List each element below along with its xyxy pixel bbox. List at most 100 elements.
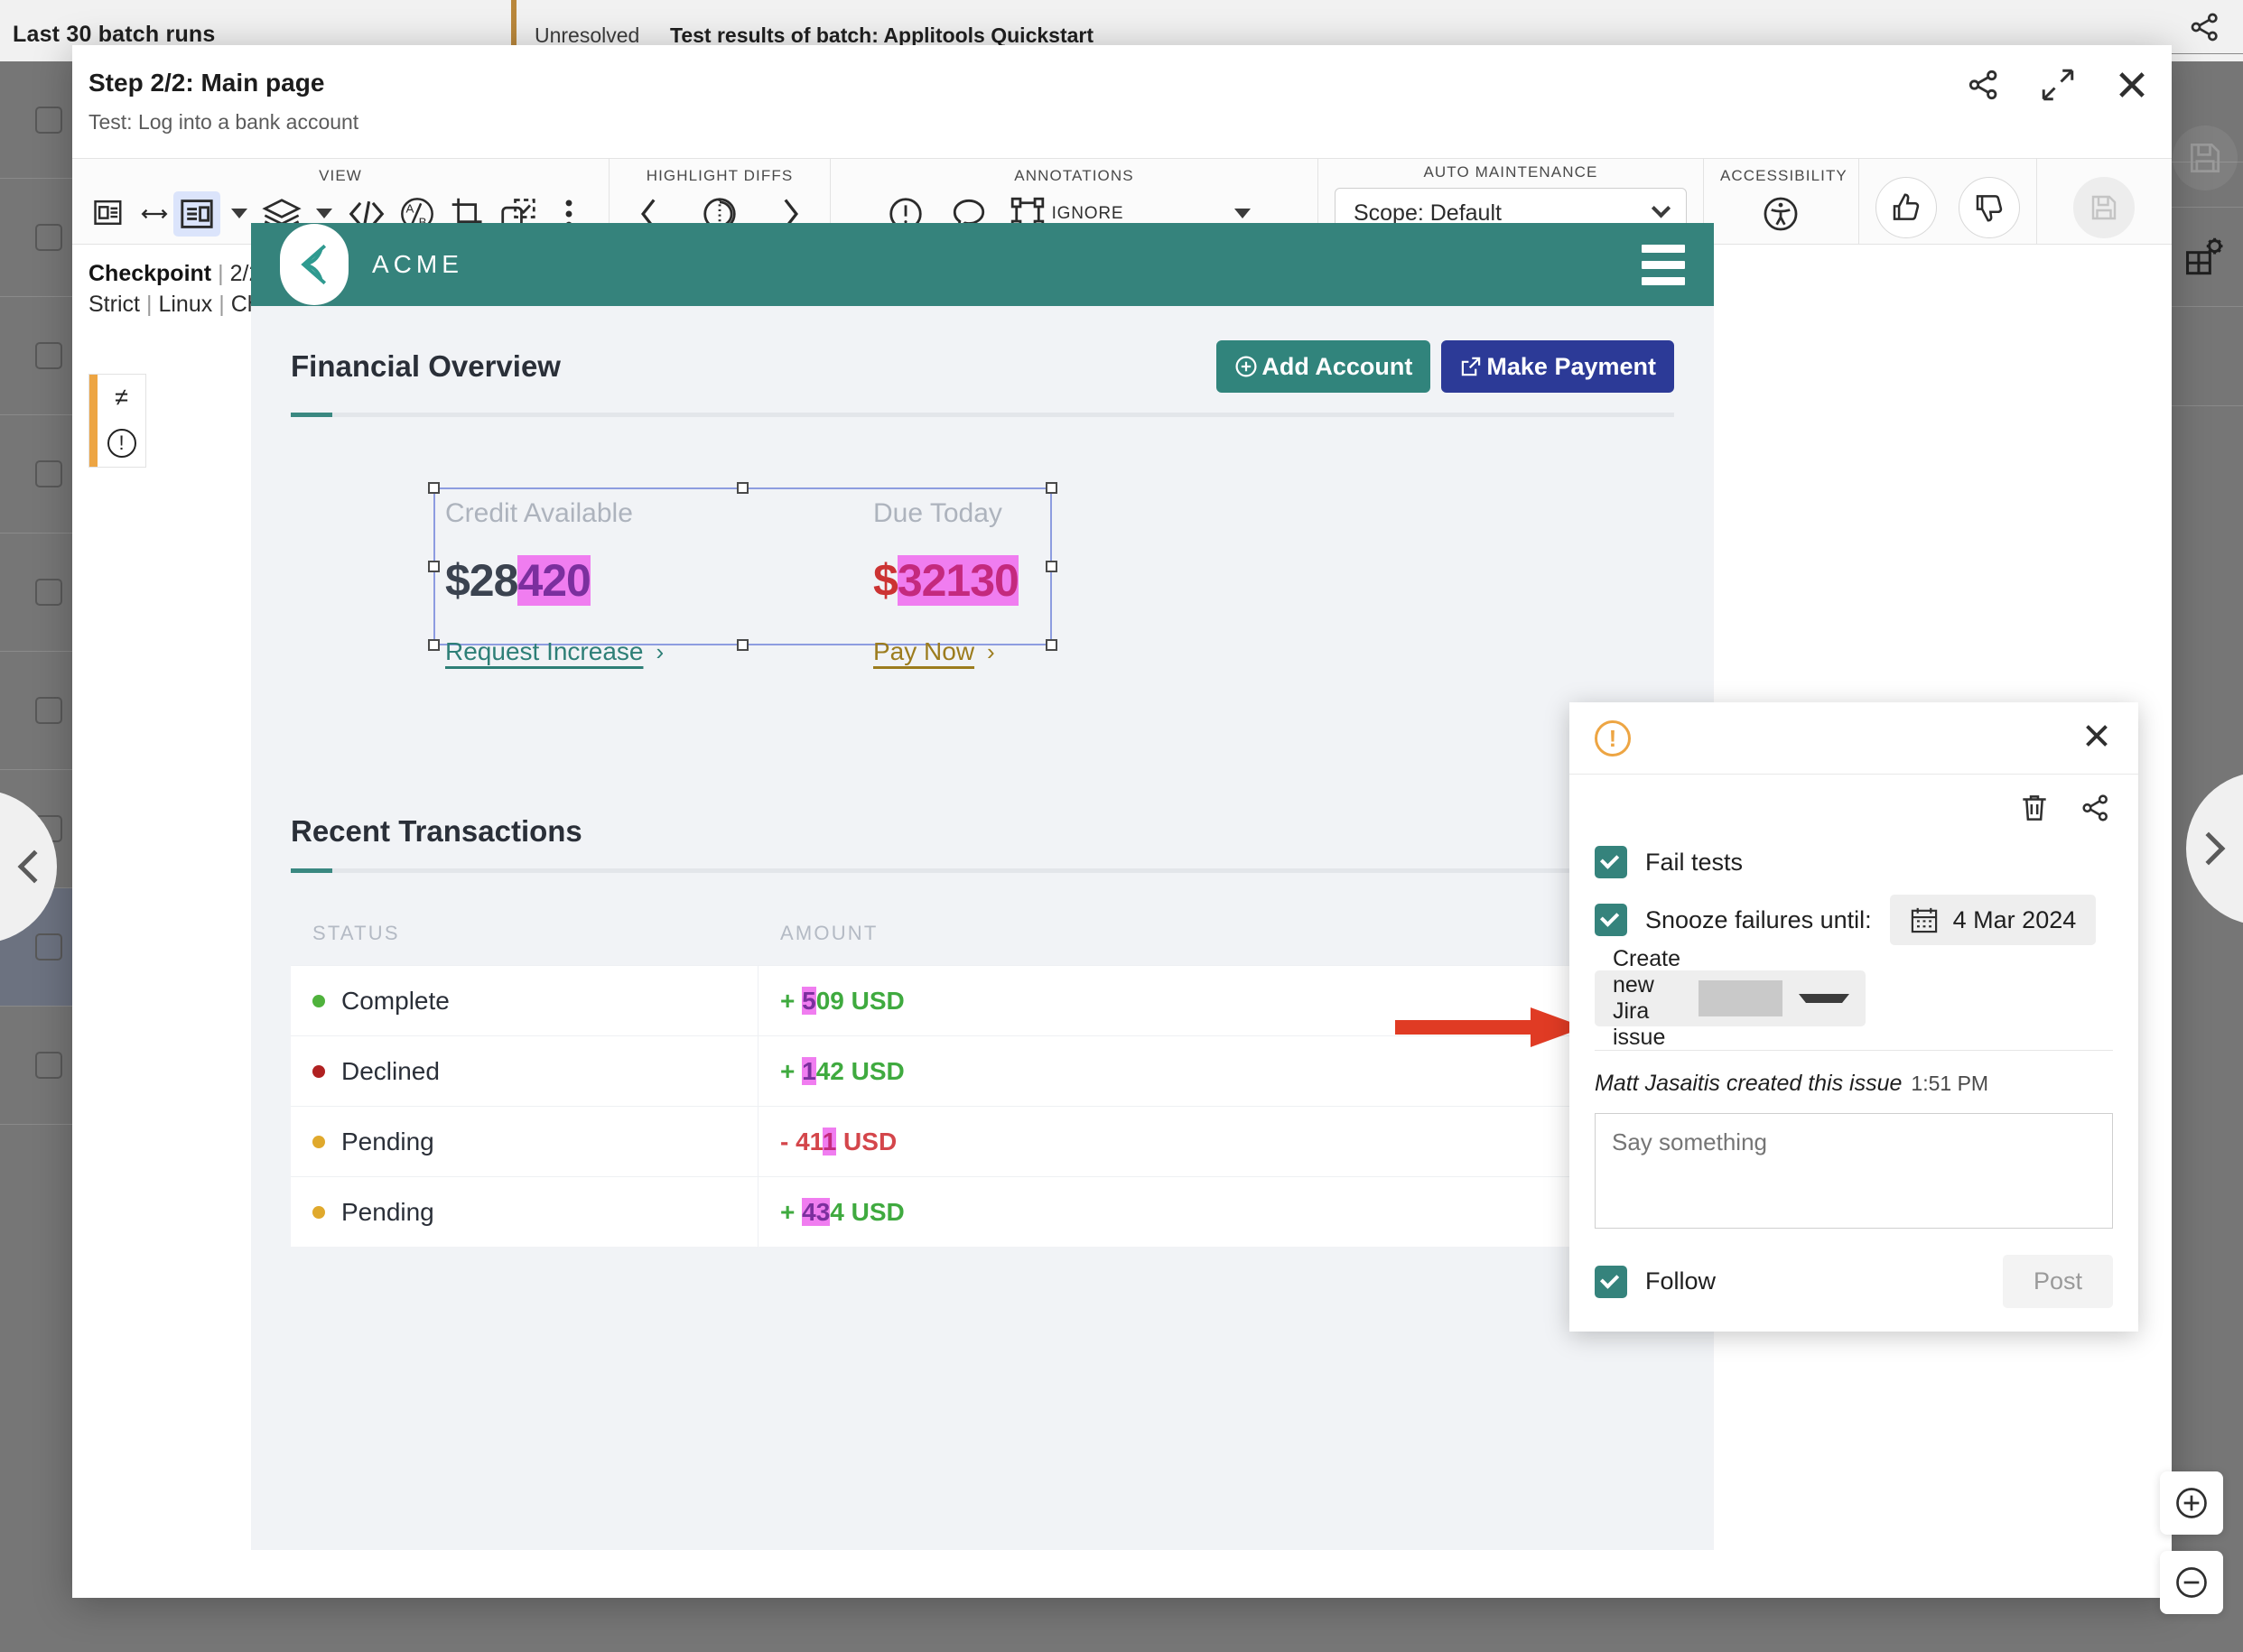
pay-now-link[interactable]: Pay Now › — [873, 637, 1059, 666]
amount-value: - 411 USD — [759, 1128, 1674, 1156]
chevron-right-icon: › — [987, 638, 995, 666]
follow-label: Follow — [1645, 1267, 1716, 1295]
chevron-down-icon — [316, 209, 332, 218]
separator: | — [146, 292, 153, 317]
close-icon — [2080, 719, 2113, 752]
calendar-icon — [1910, 905, 1939, 934]
amount-diff-highlight: 32130 — [898, 555, 1019, 606]
trash-icon — [2017, 791, 2052, 825]
acme-app-header: ACME — [251, 223, 1714, 306]
share-issue-button[interactable] — [2079, 791, 2113, 830]
modal-header-actions — [1964, 65, 2152, 105]
view-mode-dropdown[interactable] — [224, 191, 255, 237]
row-checkbox[interactable] — [35, 224, 62, 251]
separator: | — [218, 261, 224, 286]
plus-circle-icon — [1234, 355, 1258, 378]
batch-title: Test results of batch: Applitools Quicks… — [670, 23, 1094, 48]
financial-overview-title: Financial Overview — [291, 349, 561, 384]
zoom-in-button[interactable] — [2160, 1471, 2223, 1535]
credit-available-amount: $28420 — [445, 554, 752, 607]
expand-button[interactable] — [2038, 65, 2078, 105]
row-checkbox[interactable] — [35, 342, 62, 369]
rail-share-button[interactable] — [2167, 0, 2243, 54]
chevron-down-icon — [1799, 994, 1849, 1003]
table-row[interactable]: Pending - 411 USD — [291, 1106, 1674, 1176]
delete-issue-button[interactable] — [2017, 791, 2052, 830]
thumbs-up-button[interactable] — [1875, 177, 1937, 238]
comment-input[interactable] — [1595, 1113, 2113, 1229]
snooze-row[interactable]: Snooze failures until: 4 Mar 2024 — [1595, 895, 2113, 945]
expand-icon — [2039, 66, 2077, 104]
annotation-arrow — [1395, 1000, 1594, 1054]
resize-handle[interactable] — [428, 639, 440, 651]
side-by-side-view-button[interactable] — [88, 191, 135, 237]
issue-popup-close-button[interactable] — [2080, 719, 2113, 756]
modal-title: Step 2/2: Main page — [88, 69, 324, 97]
row-checkbox[interactable] — [35, 697, 62, 724]
chevron-right-icon — [2192, 832, 2226, 866]
section-rule — [291, 413, 1674, 417]
fail-tests-row[interactable]: Fail tests — [1595, 846, 2113, 878]
resize-handle[interactable] — [737, 482, 749, 494]
section-rule — [291, 868, 1674, 873]
amount-diff-highlight: 420 — [517, 555, 590, 606]
resize-handle[interactable] — [428, 482, 440, 494]
snooze-label: Snooze failures until: — [1645, 906, 1872, 934]
diff-marker-bar — [89, 375, 98, 467]
rail-save-button[interactable] — [2167, 108, 2243, 208]
resize-handle[interactable] — [1046, 482, 1057, 494]
request-increase-link[interactable]: Request Increase › — [445, 637, 752, 666]
issue-popup-header: ! — [1569, 702, 2138, 775]
row-checkbox[interactable] — [35, 1052, 62, 1079]
request-increase-label: Request Increase — [445, 637, 643, 666]
single-view-button[interactable] — [173, 191, 220, 237]
swap-arrows-icon — [139, 205, 170, 223]
hamburger-menu-button[interactable] — [1642, 245, 1685, 285]
zoom-out-button[interactable] — [2160, 1551, 2223, 1614]
table-row[interactable]: Pending + 434 USD — [291, 1176, 1674, 1247]
rail-grid-settings-button[interactable] — [2167, 208, 2243, 307]
row-checkbox[interactable] — [35, 579, 62, 606]
snooze-date-picker[interactable]: 4 Mar 2024 — [1890, 895, 2097, 945]
fail-tests-checkbox[interactable] — [1595, 846, 1627, 878]
activity-author: Matt Jasaitis created this issue — [1595, 1071, 1902, 1096]
toolbar-group-feedback — [1859, 159, 2037, 244]
share-icon — [2079, 791, 2113, 825]
ignore-label: IGNORE — [1052, 204, 1124, 224]
due-today-label: Due Today — [873, 498, 1059, 529]
toolbar-group-save — [2037, 159, 2172, 244]
row-checkbox[interactable] — [35, 460, 62, 487]
chevron-down-icon — [231, 209, 247, 218]
save-icon — [2088, 191, 2120, 224]
activity-time: 1:51 PM — [1911, 1072, 1988, 1095]
post-comment-button[interactable]: Post — [2003, 1255, 2113, 1308]
make-payment-label: Make Payment — [1486, 353, 1656, 381]
snooze-checkbox[interactable] — [1595, 904, 1627, 936]
toolbar-group-auto-maintenance-label: AUTO MAINTENANCE — [1335, 163, 1687, 181]
save-button[interactable] — [2073, 177, 2135, 238]
row-checkbox[interactable] — [35, 933, 62, 961]
create-jira-issue-button[interactable]: Create new Jira issue — [1595, 970, 1866, 1026]
close-button[interactable] — [2112, 65, 2152, 105]
status-label: Pending — [341, 1128, 434, 1156]
modal-header: Step 2/2: Main page Test: Log into a ban… — [72, 45, 2172, 158]
thumbs-down-button[interactable] — [1959, 177, 2020, 238]
amount-value: + 434 USD — [759, 1198, 1674, 1227]
follow-checkbox[interactable] — [1595, 1266, 1627, 1298]
resize-handle[interactable] — [428, 561, 440, 572]
status-dot — [312, 995, 325, 1007]
external-link-icon — [1459, 355, 1483, 378]
row-checkbox[interactable] — [35, 107, 62, 134]
share-button[interactable] — [1964, 65, 2004, 105]
diff-marker-strip[interactable]: ≠ ! — [88, 374, 146, 468]
amount-prefix: $28 — [445, 555, 517, 606]
add-account-button[interactable]: Add Account — [1216, 340, 1430, 393]
warning-circle-icon: ! — [1595, 720, 1631, 756]
jira-dropdown-button[interactable] — [1782, 994, 1866, 1003]
follow-row[interactable]: Follow — [1595, 1266, 1716, 1298]
toolbar-group-diffs-label: HIGHLIGHT DIFFS — [626, 167, 814, 185]
accessibility-button[interactable] — [1757, 191, 1804, 237]
acme-brand-name: ACME — [372, 250, 463, 279]
make-payment-button[interactable]: Make Payment — [1441, 340, 1674, 393]
chevron-right-icon: › — [656, 638, 664, 666]
